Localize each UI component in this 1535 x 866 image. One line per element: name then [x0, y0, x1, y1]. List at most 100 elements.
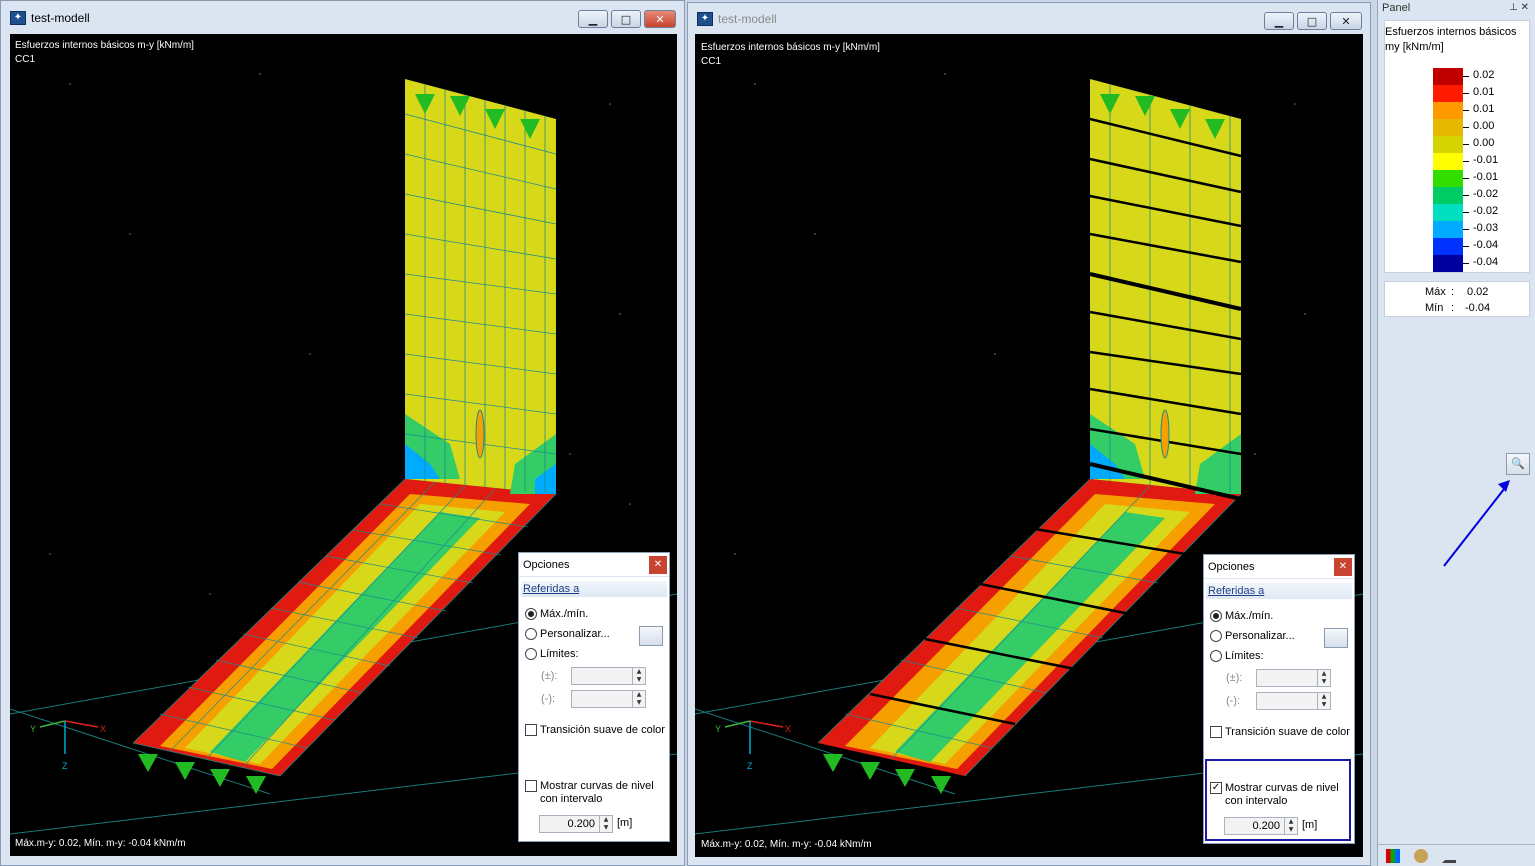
edit-palette-button[interactable]: [1324, 628, 1348, 648]
results-panel[interactable]: Panel ⊥ ✕ Esfuerzos internos básicos my [k…: [1377, 0, 1535, 866]
legend-swatch: [1433, 119, 1463, 136]
legend-swatch: [1433, 170, 1463, 187]
minimize-button[interactable]: ▁: [578, 10, 608, 28]
legend-swatch: [1433, 204, 1463, 221]
legend-subtitle: my [kNm/m]: [1385, 41, 1444, 53]
options-title: Opciones: [523, 558, 570, 571]
maximize-button[interactable]: □: [611, 10, 641, 28]
zoom-legend-button[interactable]: 🔍: [1506, 453, 1530, 475]
pin-icon[interactable]: ⊥ ✕: [1509, 0, 1529, 16]
color-panel-icon[interactable]: [1386, 848, 1400, 863]
legend-tick: [1463, 229, 1469, 230]
radio-maxmin[interactable]: Máx./mín.: [1210, 610, 1273, 622]
plusminus-field[interactable]: ▲ ▼: [1256, 669, 1331, 687]
legend-tick: [1463, 110, 1469, 111]
3d-viewport[interactable]: X Y Z Esfuerzos internos básicos m-y [kNm/…: [695, 34, 1363, 857]
min-value: -0.04: [1465, 302, 1491, 314]
plusminus-label: (±):: [1226, 672, 1243, 684]
minus-label: (-):: [1226, 695, 1241, 707]
maximize-button[interactable]: □: [1297, 12, 1327, 30]
max-label: Máx: [1425, 286, 1446, 298]
options-dialog[interactable]: Opciones ✕ Referidas a Máx./mín. Personal…: [1203, 554, 1355, 844]
smooth-transition-checkbox[interactable]: Transición suave de color: [525, 724, 665, 736]
extremes-box: Máx:0.02 Mín: -0.04: [1384, 281, 1530, 317]
axis-x-label: X: [100, 724, 106, 734]
radio-indicator[interactable]: [1210, 650, 1222, 662]
plusminus-label: (±):: [541, 670, 558, 682]
legend-tick: [1463, 127, 1469, 128]
radio-indicator[interactable]: [1210, 610, 1222, 622]
radio-indicator[interactable]: [525, 648, 537, 660]
filter-icon[interactable]: [1442, 849, 1456, 863]
app-icon: ✦: [697, 12, 713, 26]
interval-unit: [m]: [617, 817, 633, 829]
minus-field[interactable]: ▲ ▼: [1256, 692, 1331, 710]
legend-swatch: [1433, 187, 1463, 204]
scale-icon[interactable]: [1414, 848, 1428, 863]
extremes-footer: Máx.m-y: 0.02, Mín. m-y: -0.04 kNm/m: [15, 838, 186, 849]
radio-indicator[interactable]: [1210, 630, 1222, 642]
window-title: test-modell: [718, 12, 777, 26]
checkbox-box[interactable]: [525, 780, 537, 792]
legend-value: -0.04: [1473, 239, 1499, 251]
radio-limits[interactable]: Límites:: [1210, 650, 1264, 662]
window-titlebar[interactable]: ✦ test-modell ▁ □ ✕: [1, 1, 684, 35]
options-close-button[interactable]: ✕: [649, 555, 667, 574]
model-window-2[interactable]: ✦ test-modell ▁ □ ✕ X Y Z Esfuerzos inte…: [687, 2, 1371, 866]
radio-limits[interactable]: Límites:: [525, 648, 579, 660]
legend-tick: [1463, 76, 1469, 77]
legend-value: 0.00: [1473, 137, 1495, 149]
axis-z-label: Z: [62, 761, 68, 771]
interval-unit: [m]: [1302, 819, 1318, 831]
legend-swatch: [1433, 255, 1463, 272]
model-window-1[interactable]: ✦ test-modell ▁ □ ✕ X Y Z Esfuerzos inte…: [0, 0, 685, 866]
legend-value: -0.04: [1473, 256, 1499, 268]
close-button[interactable]: ✕: [644, 10, 676, 28]
window-titlebar[interactable]: ✦ test-modell ▁ □ ✕: [688, 3, 1370, 35]
axis-y-label: Y: [715, 724, 721, 734]
axis-gizmo: X Y Z: [715, 720, 791, 771]
minimize-button[interactable]: ▁: [1264, 12, 1294, 30]
legend-value: 0.02: [1473, 69, 1495, 81]
result-heading: Esfuerzos internos básicos m-y [kNm/m]: [15, 40, 194, 51]
options-dialog[interactable]: Opciones ✕ Referidas a Máx./mín. Personal…: [518, 552, 670, 842]
axis-z-label: Z: [747, 761, 753, 771]
axis-x-label: X: [785, 724, 791, 734]
options-title: Opciones: [1208, 560, 1255, 573]
legend-value: -0.02: [1473, 188, 1499, 200]
checkbox-box[interactable]: ✓: [1210, 782, 1222, 794]
checkbox-box[interactable]: [1210, 726, 1222, 738]
legend-tick: [1463, 263, 1469, 264]
contour-lines-checkbox[interactable]: Mostrar curvas de nivel con intervalo: [525, 780, 654, 806]
contour-lines-checkbox[interactable]: ✓ Mostrar curvas de nivel con intervalo: [1210, 782, 1339, 808]
legend-value: -0.03: [1473, 222, 1499, 234]
section-referidas: Referidas a: [521, 581, 667, 597]
legend-tick: [1463, 93, 1469, 94]
minus-field[interactable]: ▲ ▼: [571, 690, 646, 708]
plusminus-field[interactable]: ▲ ▼: [571, 667, 646, 685]
legend-value: -0.01: [1473, 154, 1499, 166]
min-label: Mín: [1425, 302, 1444, 314]
axis-y-label: Y: [30, 724, 36, 734]
radio-indicator[interactable]: [525, 628, 537, 640]
legend-box: Esfuerzos internos básicos my [kNm/m] 0.0…: [1384, 20, 1530, 273]
checkbox-box[interactable]: [525, 724, 537, 736]
edit-palette-button[interactable]: [639, 626, 663, 646]
smooth-transition-checkbox[interactable]: Transición suave de color: [1210, 726, 1350, 738]
interval-field[interactable]: 0.200 ▲ ▼: [1224, 817, 1298, 835]
interval-field[interactable]: 0.200 ▲ ▼: [539, 815, 613, 833]
radio-custom[interactable]: Personalizar...: [1210, 630, 1295, 642]
radio-custom[interactable]: Personalizar...: [525, 628, 610, 640]
close-button[interactable]: ✕: [1330, 12, 1362, 30]
legend-swatch: [1433, 85, 1463, 102]
options-close-button[interactable]: ✕: [1334, 557, 1352, 576]
max-value: 0.02: [1467, 286, 1489, 298]
legend-swatch: [1433, 153, 1463, 170]
radio-maxmin[interactable]: Máx./mín.: [525, 608, 588, 620]
legend-tick: [1463, 161, 1469, 162]
legend-tick: [1463, 178, 1469, 179]
radio-indicator[interactable]: [525, 608, 537, 620]
extremes-footer: Máx.m-y: 0.02, Mín. m-y: -0.04 kNm/m: [701, 839, 872, 850]
3d-viewport[interactable]: X Y Z Esfuerzos internos básicos m-y [kNm/…: [10, 34, 677, 856]
legend-value: 0.01: [1473, 86, 1495, 98]
